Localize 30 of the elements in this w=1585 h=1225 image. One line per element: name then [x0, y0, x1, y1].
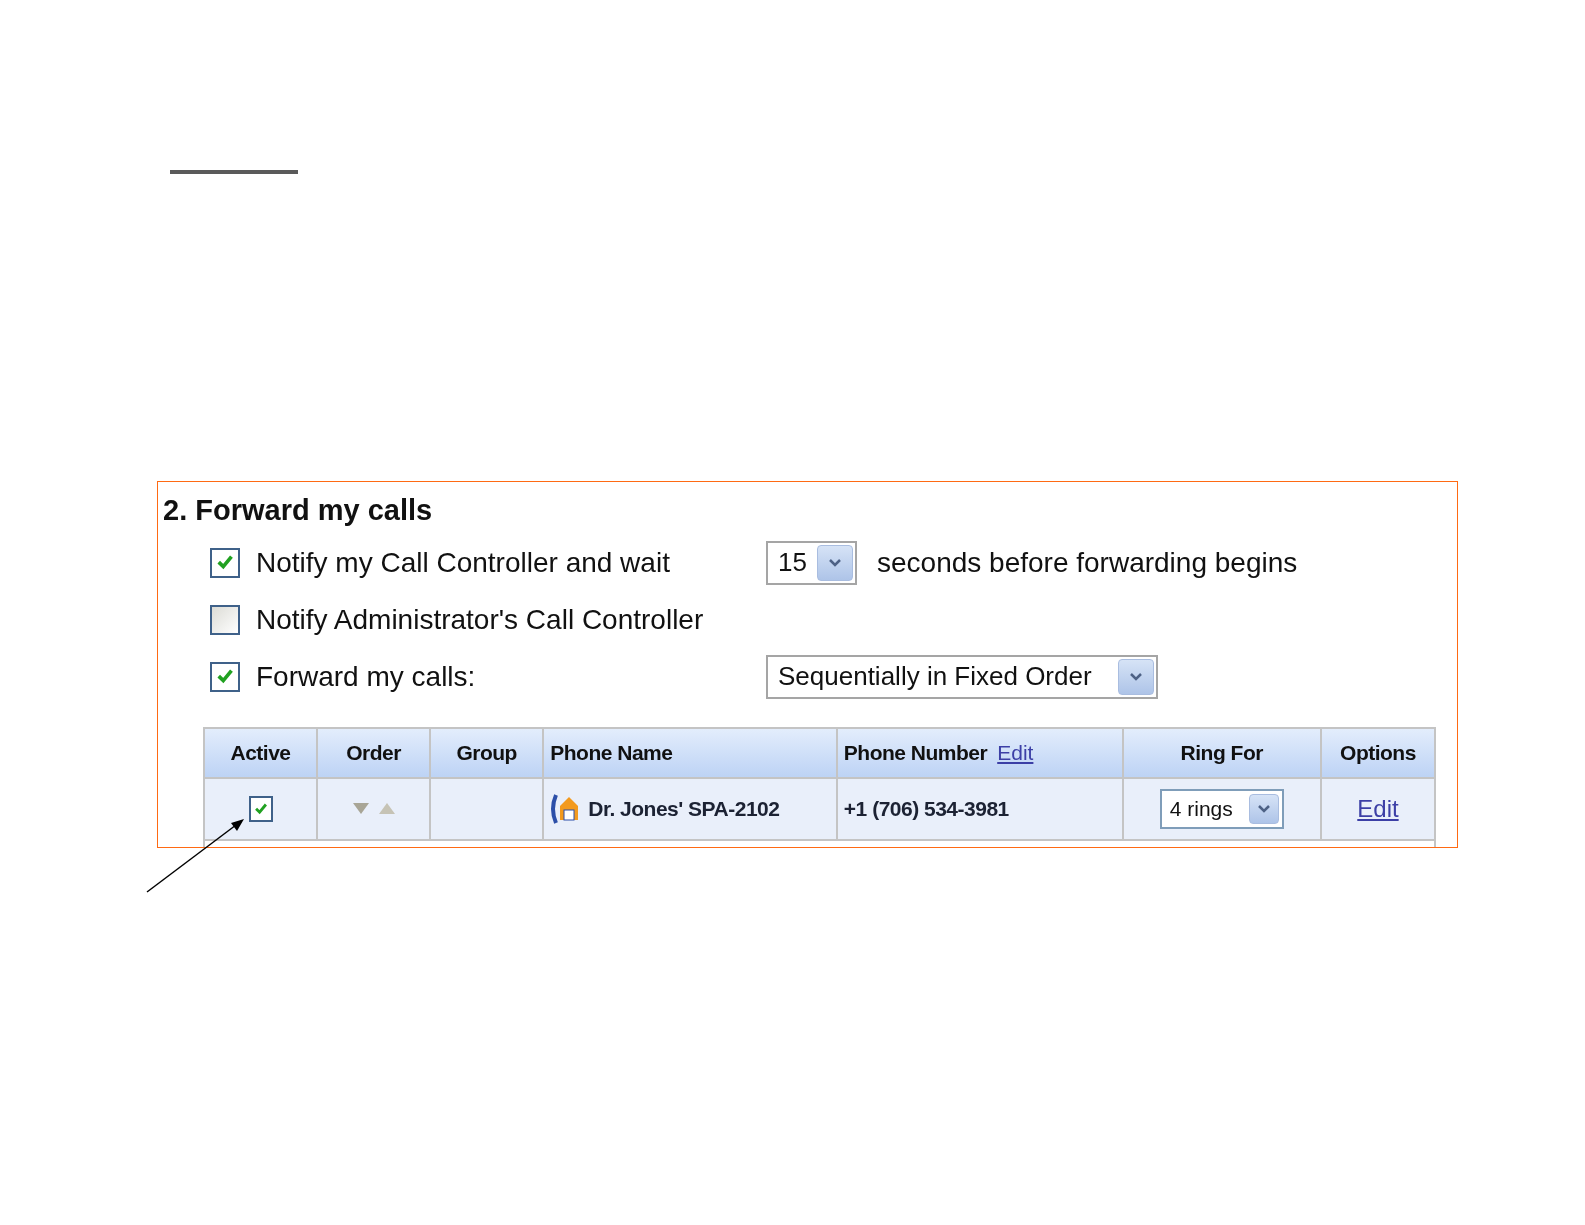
edit-link[interactable]: Edit	[1357, 791, 1399, 827]
column-header: Group	[456, 740, 517, 767]
caret-icon	[1248, 794, 1279, 824]
section-title: 2. Forward my calls	[162, 493, 434, 528]
column-header: Active	[230, 740, 291, 767]
phone-number: +1 (706) 534-3981	[843, 796, 1009, 823]
column-header: Options	[1340, 740, 1416, 767]
column-header: Phone Number	[843, 740, 988, 767]
checkbox[interactable]	[248, 796, 273, 822]
column-header: Ring For	[1180, 740, 1263, 767]
checkbox[interactable]	[210, 547, 240, 578]
column-header: Order	[346, 740, 401, 767]
dropdown[interactable]: Sequentially in Fixed Order	[766, 654, 1158, 699]
checkmark-icon	[215, 553, 235, 572]
option-label: Notify Administrator's Call Controller	[256, 602, 705, 637]
option-label: Forward my calls:	[256, 659, 477, 694]
column-header: Phone Name	[550, 740, 673, 767]
edit-link[interactable]: Edit	[997, 737, 1034, 769]
dropdown[interactable]: 15	[766, 540, 857, 585]
checkbox[interactable]	[210, 661, 240, 692]
caret-icon	[817, 544, 853, 581]
phone-name: Dr. Jones' SPA-2102	[588, 796, 780, 823]
checkbox[interactable]	[210, 604, 240, 635]
ring-dropdown[interactable]: 4 rings	[1159, 789, 1284, 829]
option-label: Notify my Call Controller and wait	[256, 545, 671, 580]
checkmark-icon	[215, 667, 235, 686]
phone-house-icon	[550, 792, 581, 826]
checkmark-icon	[253, 801, 268, 817]
caret-icon	[1118, 658, 1154, 695]
option-suffix: seconds before forwarding begins	[877, 545, 1298, 580]
